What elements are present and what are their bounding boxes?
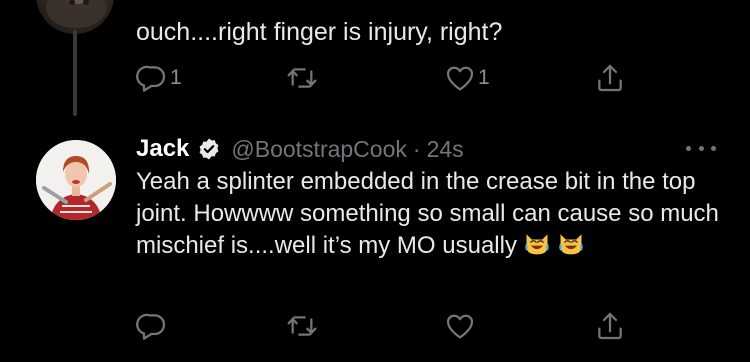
share-icon xyxy=(598,312,622,340)
reply-tweet-actions xyxy=(136,310,636,342)
parent-tweet-avatar[interactable] xyxy=(36,0,114,34)
display-name[interactable]: Jack xyxy=(136,135,189,163)
reply-tweet-header: Jack @BootstrapCook · 24s xyxy=(136,132,464,166)
reply-tweet-body: Yeah a splinter embedded in the crease b… xyxy=(136,166,726,262)
retweet-button[interactable] xyxy=(286,310,318,342)
share-button[interactable] xyxy=(594,62,626,94)
reply-icon xyxy=(136,65,166,92)
timestamp[interactable]: 24s xyxy=(427,136,464,163)
verified-badge-icon xyxy=(199,138,219,160)
more-icon-dot xyxy=(711,145,716,151)
more-icon-dot xyxy=(698,145,704,151)
more-icon xyxy=(686,145,691,151)
user-handle[interactable]: @BootstrapCook xyxy=(231,136,407,163)
more-options-button[interactable] xyxy=(686,138,716,158)
reply-button[interactable]: 1 xyxy=(136,62,182,94)
share-button[interactable] xyxy=(594,310,626,342)
parent-tweet-text: ouch....right finger is injury, right? xyxy=(136,18,503,46)
reply-icon xyxy=(136,313,166,340)
reply-button[interactable] xyxy=(136,310,168,342)
heart-icon xyxy=(446,66,474,91)
heart-icon xyxy=(446,314,474,339)
like-button[interactable] xyxy=(444,310,476,342)
face-with-tears-of-joy-cat-icon xyxy=(525,234,549,255)
reply-count: 1 xyxy=(170,66,182,89)
reply-tweet-text: Yeah a splinter embedded in the crease b… xyxy=(136,168,719,259)
separator-dot: · xyxy=(412,135,421,162)
like-count: 1 xyxy=(478,66,490,89)
reply-tweet-avatar[interactable] xyxy=(36,140,116,220)
thread-connector-line xyxy=(73,30,77,116)
face-with-tears-of-joy-cat-icon xyxy=(559,234,583,255)
retweet-button[interactable] xyxy=(286,62,318,94)
like-button[interactable]: 1 xyxy=(444,62,490,94)
share-icon xyxy=(598,64,622,92)
parent-tweet-actions: 1 1 xyxy=(136,62,636,94)
retweet-icon xyxy=(287,68,317,88)
retweet-icon xyxy=(287,316,317,336)
